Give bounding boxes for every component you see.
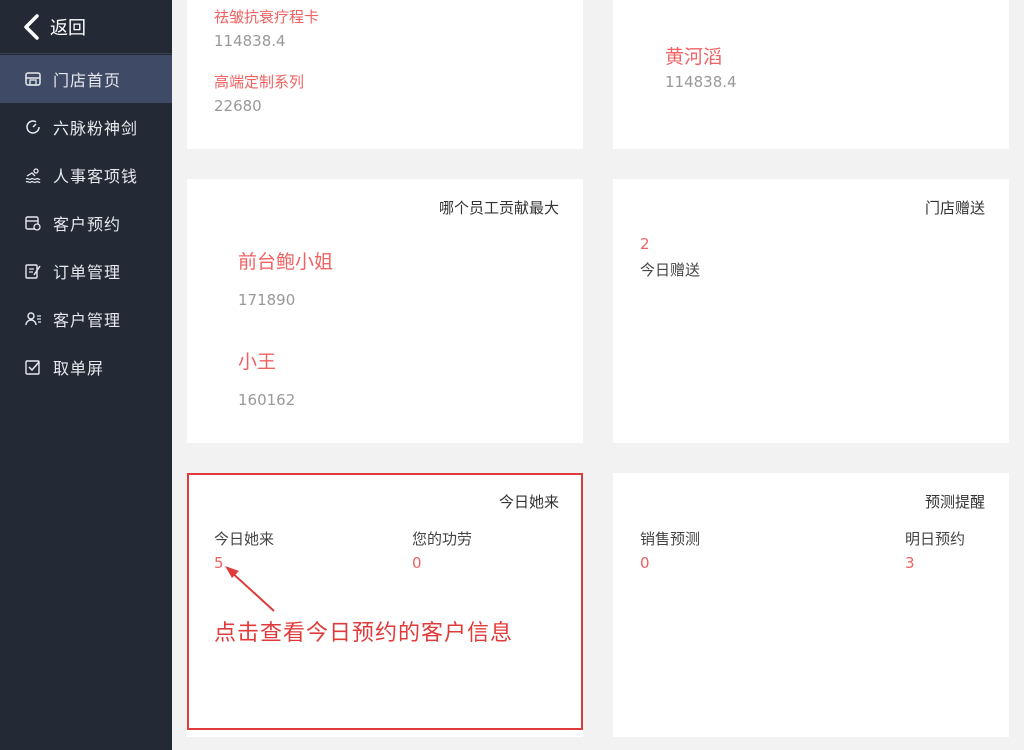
sidebar-item-label: 人事客项钱 [53, 167, 139, 186]
sidebar-nav: 门店首页 六脉粉神剑 人事客项钱 客户预约 订单管理 客户管理 取单屏 [0, 55, 172, 391]
gift-label: 今日赠送 [640, 261, 701, 279]
product-name: 高端定制系列 [214, 73, 305, 91]
card-title: 哪个员工贡献最大 [438, 199, 559, 217]
sidebar-item-orders[interactable]: 订单管理 [0, 247, 172, 295]
back-button[interactable]: 返回 [0, 0, 172, 54]
gauge-icon [24, 118, 42, 136]
sales-forecast-value[interactable]: 0 [640, 554, 650, 572]
sidebar-item-label: 六脉粉神剑 [53, 119, 139, 138]
today-visits-count[interactable]: 5 [214, 554, 224, 572]
stat-label: 今日她来 [214, 530, 275, 548]
card-title: 门店赠送 [924, 199, 985, 217]
sidebar-item-store-home[interactable]: 门店首页 [0, 55, 172, 103]
chevron-left-icon [24, 13, 39, 40]
sidebar-item-label: 客户管理 [53, 311, 122, 330]
staff-value: 171890 [238, 291, 296, 309]
store-icon [24, 70, 42, 88]
product-value: 22680 [214, 97, 262, 115]
stat-label: 明日预约 [905, 530, 966, 548]
stat-label: 销售预测 [640, 530, 701, 548]
sidebar-item-appointments[interactable]: 客户预约 [0, 199, 172, 247]
sidebar: 返回 门店首页 六脉粉神剑 人事客项钱 客户预约 订单管理 客户管理 取单屏 [0, 0, 172, 750]
today-visits-card[interactable]: 今日她来 今日她来 5 您的功劳 0 [187, 473, 583, 737]
sidebar-item-label: 门店首页 [53, 71, 122, 90]
card-title: 预测提醒 [924, 493, 985, 511]
sidebar-item-label: 客户预约 [53, 215, 122, 234]
sidebar-item-sword[interactable]: 六脉粉神剑 [0, 103, 172, 151]
check-box-icon [24, 358, 42, 376]
product-sales-card[interactable]: 祛皱抗衰疗程卡 114838.4 高端定制系列 22680 [187, 0, 583, 149]
user-list-icon [24, 310, 42, 328]
sidebar-item-pickup-screen[interactable]: 取单屏 [0, 343, 172, 391]
store-gift-card[interactable]: 门店赠送 2 今日赠送 [613, 179, 1009, 443]
swim-icon [24, 166, 42, 184]
edit-doc-icon [24, 262, 42, 280]
staff-name: 小王 [238, 351, 277, 373]
staff-contribution-card[interactable]: 哪个员工贡献最大 前台鲍小姐 171890 小王 160162 [187, 179, 583, 443]
product-name: 祛皱抗衰疗程卡 [214, 8, 320, 26]
forecast-card[interactable]: 预测提醒 销售预测 0 明日预约 3 [613, 473, 1009, 737]
staff-name: 前台鲍小姐 [238, 251, 334, 273]
back-label: 返回 [50, 17, 86, 39]
staff-value: 114838.4 [665, 73, 737, 91]
staff-value: 160162 [238, 391, 296, 409]
calendar-icon [24, 214, 42, 232]
sidebar-item-staff-money[interactable]: 人事客项钱 [0, 151, 172, 199]
gift-count: 2 [640, 235, 650, 253]
product-value: 114838.4 [214, 32, 286, 50]
sidebar-item-label: 取单屏 [53, 359, 105, 378]
sidebar-item-label: 订单管理 [53, 263, 122, 282]
your-credit-count[interactable]: 0 [412, 554, 422, 572]
top-staff-card[interactable]: 黄河滔 114838.4 [613, 0, 1009, 149]
sidebar-item-customers[interactable]: 客户管理 [0, 295, 172, 343]
card-title: 今日她来 [498, 493, 559, 511]
staff-name: 黄河滔 [665, 46, 723, 68]
tomorrow-appointments-value[interactable]: 3 [905, 554, 915, 572]
stat-label: 您的功劳 [412, 530, 473, 548]
annotation-text: 点击查看今日预约的客户信息 [214, 621, 514, 646]
